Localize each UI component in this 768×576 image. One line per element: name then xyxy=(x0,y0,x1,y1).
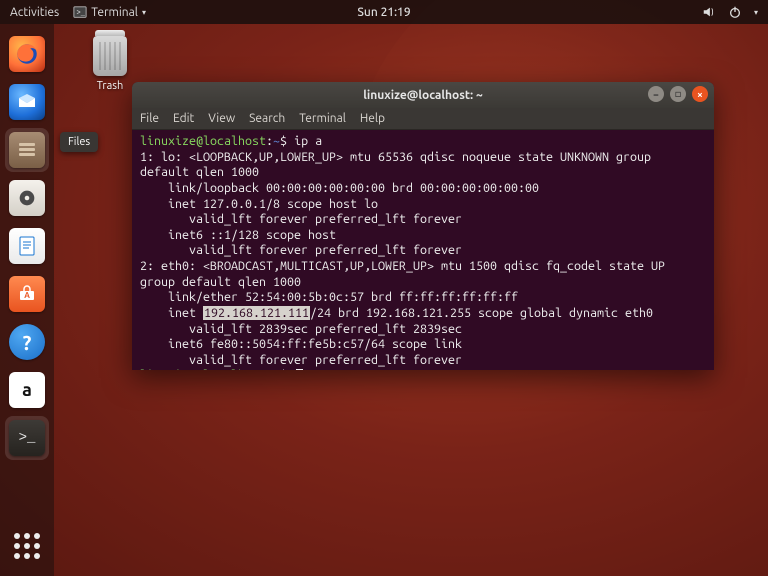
dock-amazon[interactable]: a xyxy=(5,368,49,412)
terminal-body[interactable]: linuxize@localhost:~$ ip a 1: lo: <LOOPB… xyxy=(132,130,714,370)
cursor xyxy=(296,369,303,370)
window-maximize-button[interactable]: ▫ xyxy=(670,86,686,102)
show-applications-button[interactable] xyxy=(5,524,49,568)
clock[interactable]: Sun 21:19 xyxy=(357,6,410,19)
dock-tooltip: Files xyxy=(60,132,98,152)
window-title: linuxize@localhost: ~ xyxy=(363,89,483,102)
menu-edit[interactable]: Edit xyxy=(173,112,194,125)
menu-search[interactable]: Search xyxy=(249,112,285,125)
dock-help[interactable]: ? xyxy=(5,320,49,364)
amazon-icon: a xyxy=(22,380,32,400)
dock: A ? a >_ xyxy=(0,24,54,576)
window-minimize-button[interactable]: − xyxy=(648,86,664,102)
dock-terminal[interactable]: >_ xyxy=(5,416,49,460)
window-close-button[interactable]: × xyxy=(692,86,708,102)
menu-view[interactable]: View xyxy=(208,112,235,125)
svg-text:>_: >_ xyxy=(77,10,86,18)
dock-thunderbird[interactable] xyxy=(5,80,49,124)
menu-help[interactable]: Help xyxy=(360,112,385,125)
dock-files[interactable] xyxy=(5,128,49,172)
gnome-topbar: Activities >_ Terminal ▾ Sun 21:19 ▾ xyxy=(0,0,768,24)
volume-icon[interactable] xyxy=(702,5,716,19)
dock-rhythmbox[interactable] xyxy=(5,176,49,220)
dock-firefox[interactable] xyxy=(5,32,49,76)
dock-libreoffice-writer[interactable] xyxy=(5,224,49,268)
terminal-icon: >_ xyxy=(19,430,36,446)
activities-button[interactable]: Activities xyxy=(10,6,59,19)
trash-label: Trash xyxy=(97,80,124,92)
trash-desktop-icon[interactable]: Trash xyxy=(80,36,140,92)
chevron-down-icon[interactable]: ▾ xyxy=(754,8,758,17)
trash-icon xyxy=(93,36,127,76)
window-titlebar[interactable]: linuxize@localhost: ~ − ▫ × xyxy=(132,82,714,108)
svg-text:A: A xyxy=(24,291,30,300)
terminal-icon: >_ xyxy=(73,5,87,19)
terminal-window: linuxize@localhost: ~ − ▫ × File Edit Vi… xyxy=(132,82,714,370)
terminal-menubar: File Edit View Search Terminal Help xyxy=(132,108,714,130)
highlighted-ip: 192.168.121.111 xyxy=(203,306,310,320)
menu-file[interactable]: File xyxy=(140,112,159,125)
power-icon[interactable] xyxy=(728,5,742,19)
question-icon: ? xyxy=(23,331,32,354)
dock-ubuntu-software[interactable]: A xyxy=(5,272,49,316)
menu-terminal[interactable]: Terminal xyxy=(299,112,346,125)
app-menu[interactable]: >_ Terminal ▾ xyxy=(73,5,146,19)
app-menu-label: Terminal xyxy=(91,6,138,19)
chevron-down-icon: ▾ xyxy=(142,8,146,17)
